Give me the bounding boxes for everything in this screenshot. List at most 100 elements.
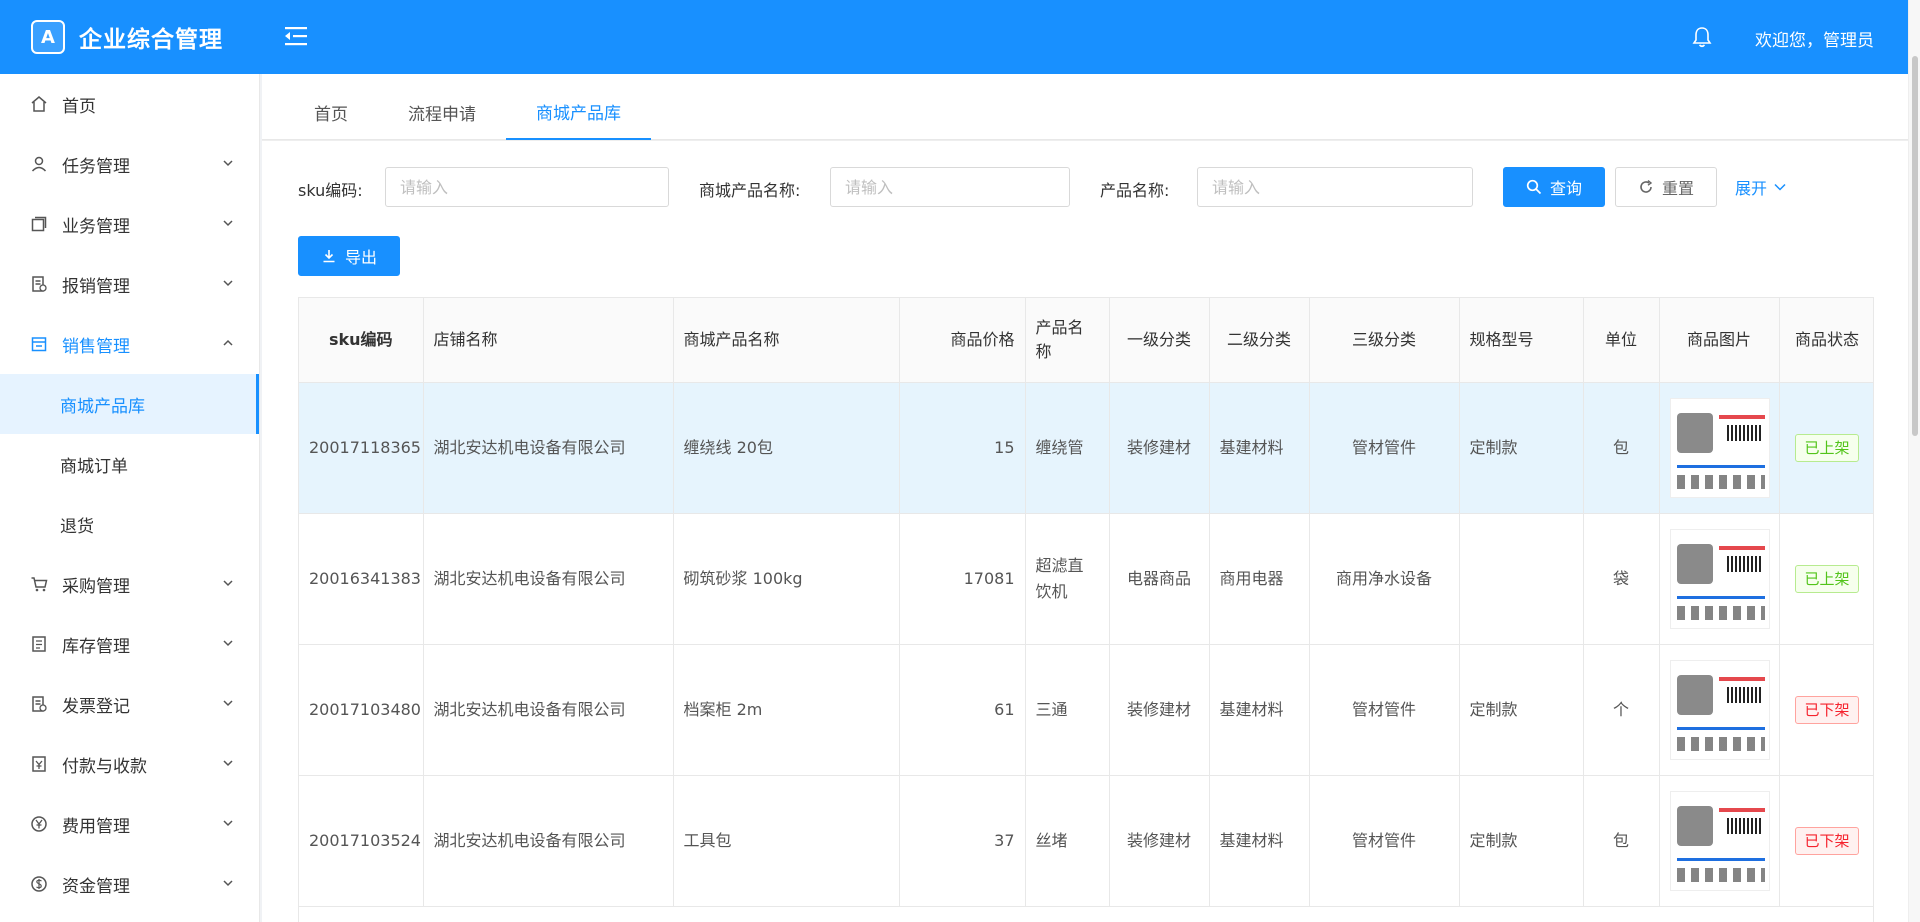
cell-sku: 20017103480 xyxy=(299,644,424,776)
logo-glyph: A xyxy=(41,26,55,48)
cell-sku: 20016341383 xyxy=(299,513,424,645)
sidebar-item-label: 业务管理 xyxy=(62,216,130,237)
payment-icon xyxy=(30,755,48,773)
sidebar-item-label: 任务管理 xyxy=(62,156,130,177)
cell-unit: 包 xyxy=(1583,775,1660,907)
chevron-down-icon xyxy=(223,160,233,167)
expand-button[interactable]: 展开 xyxy=(1730,167,1792,207)
sidebar-item-invoice[interactable]: 发票登记 xyxy=(0,674,259,734)
cart-icon xyxy=(30,575,48,593)
user-icon xyxy=(30,155,48,173)
col-price: 商品价格 xyxy=(899,298,1026,383)
cell-cat3: 管材管件 xyxy=(1309,382,1460,514)
sidebar-subitem-mall-products[interactable]: 商城产品库 xyxy=(0,374,259,434)
col-spec: 规格型号 xyxy=(1459,298,1584,383)
query-label: 查询 xyxy=(1549,179,1582,198)
sku-label: sku编码: xyxy=(298,181,363,200)
product-image[interactable] xyxy=(1669,528,1770,629)
table-row[interactable]: 20017118365 湖北安达机电设备有限公司 缠绕线 20包 15 缠绕管 … xyxy=(299,382,1873,514)
export-label: 导出 xyxy=(344,248,377,267)
sidebar: 首页 任务管理 业务管理 报销管理 销售管理 商城产品库 商城订单 退货 采购管… xyxy=(0,74,260,922)
product-image[interactable] xyxy=(1669,659,1770,760)
cell-unit: 袋 xyxy=(1583,513,1660,645)
welcome-text[interactable]: 欢迎您，管理员 xyxy=(1755,26,1874,51)
chevron-down-icon xyxy=(223,760,233,767)
expand-label: 展开 xyxy=(1734,179,1767,198)
cell-spec: 定制款 xyxy=(1459,644,1584,776)
chevron-down-icon xyxy=(223,280,233,287)
table-row[interactable]: 20017103480 湖北安达机电设备有限公司 档案柜 2m 61 三通 装修… xyxy=(299,644,1873,776)
col-status: 商品状态 xyxy=(1779,298,1873,383)
cell-shop: 湖北安达机电设备有限公司 xyxy=(423,382,674,514)
reset-button[interactable]: 重置 xyxy=(1615,167,1717,207)
sidebar-item-label: 发票登记 xyxy=(62,696,130,717)
col-sku: sku编码 xyxy=(299,298,424,383)
sidebar-subitem-mall-orders[interactable]: 商城订单 xyxy=(0,434,259,494)
scrollbar-thumb[interactable] xyxy=(1912,56,1918,436)
mall-name-label: 商城产品名称: xyxy=(699,181,801,200)
tab-mall-products[interactable]: 商城产品库 xyxy=(506,84,651,140)
col-shop: 店铺名称 xyxy=(423,298,674,383)
page-scrollbar[interactable] xyxy=(1908,0,1920,922)
cell-price: 61 xyxy=(899,644,1026,776)
sidebar-item-inventory[interactable]: 库存管理 xyxy=(0,614,259,674)
cell-status: 已下架 xyxy=(1779,644,1873,776)
mall-name-input[interactable] xyxy=(830,167,1070,207)
cell-price: 37 xyxy=(899,775,1026,907)
chevron-down-icon xyxy=(1774,183,1786,191)
product-image[interactable] xyxy=(1669,790,1770,891)
main-content: sku编码: 商城产品名称: 产品名称: 查询 重置 展开 导出 xyxy=(262,140,1908,922)
cell-sku: 20017103524 xyxy=(299,775,424,907)
cell-product: 缠绕管 xyxy=(1025,382,1110,514)
cell-product: 丝堵 xyxy=(1025,775,1110,907)
cell-status: 已下架 xyxy=(1779,775,1873,907)
sidebar-item-sales[interactable]: 销售管理 xyxy=(0,314,259,374)
cell-mall-name: 档案柜 2m xyxy=(673,644,900,776)
cell-status: 已上架 xyxy=(1779,513,1873,645)
cell-price: 15 xyxy=(899,382,1026,514)
sku-input[interactable] xyxy=(385,167,669,207)
table-row[interactable]: 20017103524 湖北安达机电设备有限公司 工具包 37 丝堵 装修建材 … xyxy=(299,775,1873,907)
cell-cat1: 装修建材 xyxy=(1109,775,1210,907)
export-button[interactable]: 导出 xyxy=(298,236,400,276)
sidebar-item-home[interactable]: 首页 xyxy=(0,74,259,134)
tab-bar: 首页 流程申请 商城产品库 xyxy=(262,74,1908,140)
cell-image xyxy=(1659,644,1780,776)
chevron-down-icon xyxy=(223,700,233,707)
cell-image xyxy=(1659,513,1780,645)
top-header: A 企业综合管理 欢迎您，管理员 xyxy=(0,0,1908,74)
menu-collapse-icon[interactable] xyxy=(282,24,310,48)
col-cat1: 一级分类 xyxy=(1109,298,1210,383)
cell-mall-name: 缠绕线 20包 xyxy=(673,382,900,514)
cell-cat1: 装修建材 xyxy=(1109,644,1210,776)
cell-status: 已上架 xyxy=(1779,382,1873,514)
sidebar-item-label: 库存管理 xyxy=(62,636,130,657)
cell-image xyxy=(1659,775,1780,907)
sidebar-item-funds[interactable]: 资金管理 xyxy=(0,854,259,914)
sidebar-item-tasks[interactable]: 任务管理 xyxy=(0,134,259,194)
query-button[interactable]: 查询 xyxy=(1503,167,1605,207)
col-image: 商品图片 xyxy=(1659,298,1780,383)
copy-icon xyxy=(30,215,48,233)
cell-unit: 包 xyxy=(1583,382,1660,514)
chevron-down-icon xyxy=(223,220,233,227)
table-row[interactable]: 20016341383 湖北安达机电设备有限公司 砌筑砂浆 100kg 1708… xyxy=(299,513,1873,645)
search-icon xyxy=(1526,179,1542,195)
product-name-input[interactable] xyxy=(1197,167,1473,207)
sidebar-item-purchase[interactable]: 采购管理 xyxy=(0,554,259,614)
chevron-down-icon xyxy=(223,640,233,647)
search-form: sku编码: 商城产品名称: 产品名称: 查询 重置 展开 xyxy=(262,167,1908,207)
sidebar-subitem-returns[interactable]: 退货 xyxy=(0,494,259,554)
sidebar-item-label: 销售管理 xyxy=(62,336,130,357)
sidebar-item-payment[interactable]: 付款与收款 xyxy=(0,734,259,794)
sidebar-item-expense[interactable]: 费用管理 xyxy=(0,794,259,854)
product-image[interactable] xyxy=(1669,397,1770,498)
cell-spec: 定制款 xyxy=(1459,775,1584,907)
notification-bell-icon[interactable] xyxy=(1692,26,1712,48)
sidebar-item-reimburse[interactable]: 报销管理 xyxy=(0,254,259,314)
tab-process-apply[interactable]: 流程申请 xyxy=(378,84,506,140)
status-badge: 已上架 xyxy=(1795,433,1859,462)
sidebar-item-business[interactable]: 业务管理 xyxy=(0,194,259,254)
tab-home[interactable]: 首页 xyxy=(284,84,378,140)
cell-cat2: 基建材料 xyxy=(1209,644,1310,776)
